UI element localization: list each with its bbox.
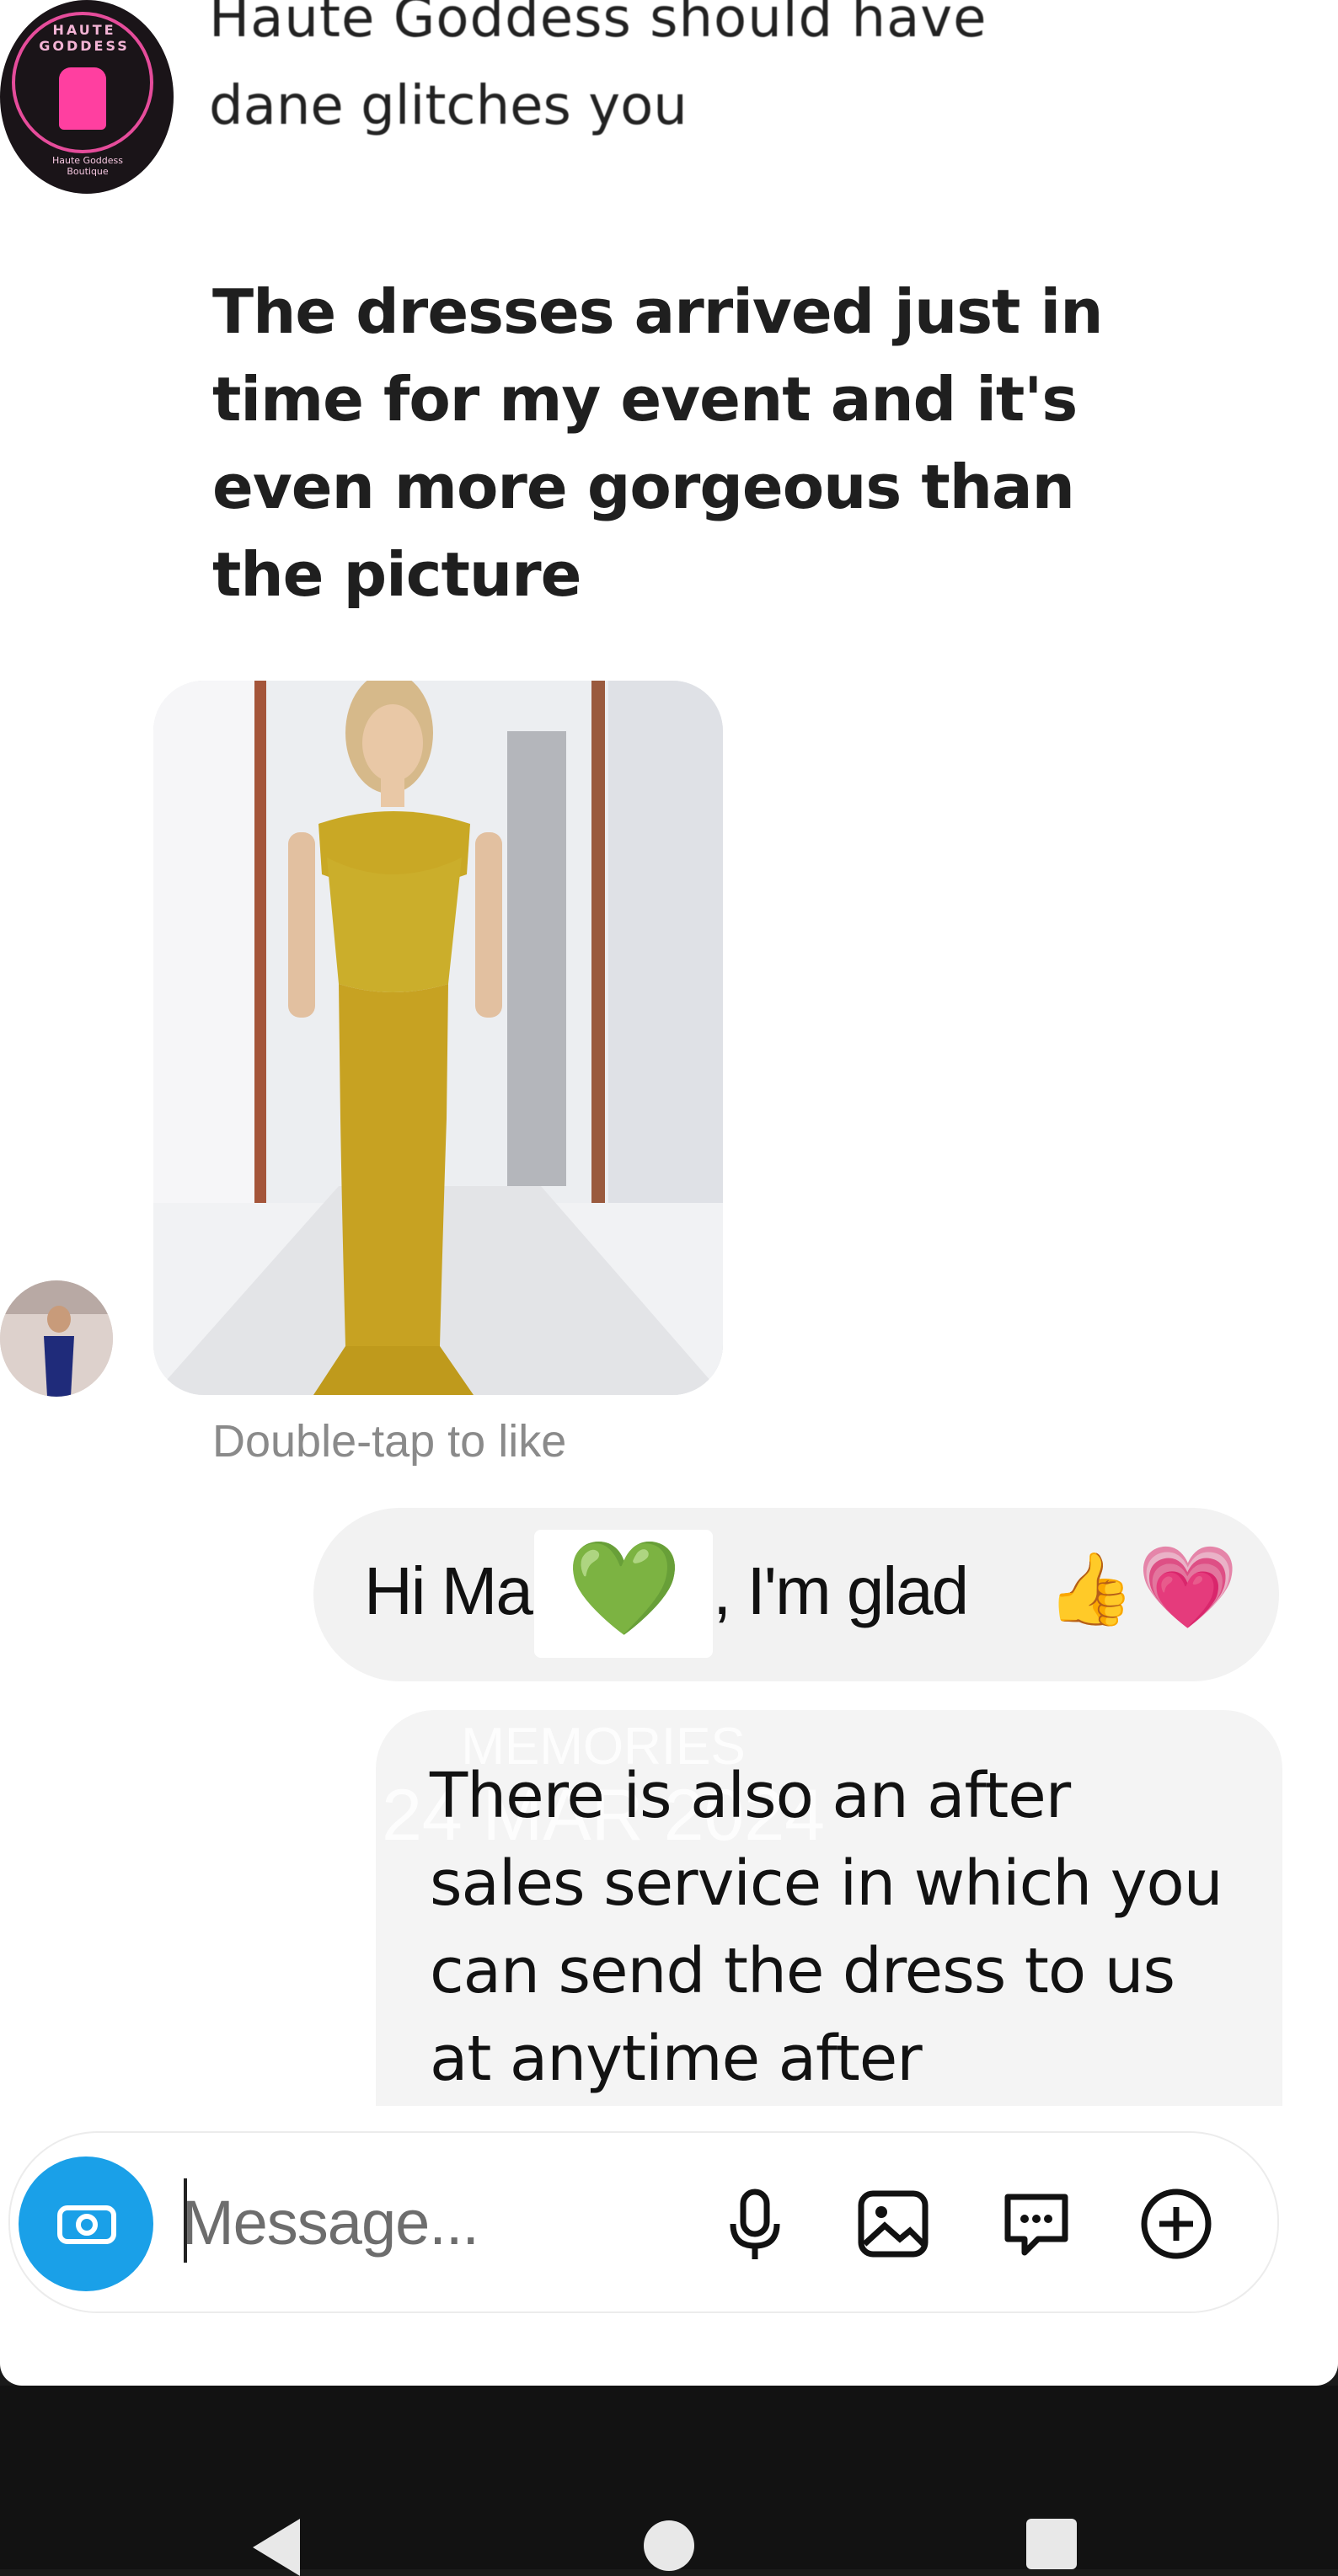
customer-photo[interactable] bbox=[153, 681, 723, 1395]
camera-button[interactable] bbox=[19, 2156, 153, 2291]
sender-avatar[interactable] bbox=[0, 1280, 113, 1397]
gold-gown-photo bbox=[153, 681, 723, 1395]
green-heart-icon: 💚 bbox=[566, 1534, 682, 1642]
thumbs-up-icon: 👍 bbox=[1046, 1547, 1135, 1630]
outgoing-message-2[interactable]: MEMORIES 24 MAR 2024 There is also an af… bbox=[376, 1710, 1282, 2106]
previous-message-fragment: Haute Goddess should have dane glitches … bbox=[209, 0, 1136, 150]
camera-lens-icon bbox=[76, 2214, 98, 2236]
glad-text: , I'm glad bbox=[713, 1553, 969, 1628]
sender-avatar-image bbox=[0, 1280, 113, 1397]
recents-icon[interactable] bbox=[1026, 2519, 1077, 2569]
microphone-icon[interactable] bbox=[714, 2183, 795, 2264]
incoming-message: The dresses arrived just in time for my … bbox=[212, 276, 1103, 610]
partial-line-1: Haute Goddess should have bbox=[209, 0, 987, 50]
pink-heart-icon: 💗 bbox=[1137, 1540, 1239, 1634]
message-composer bbox=[8, 2131, 1279, 2313]
after-sales-text: There is also an after sales service in … bbox=[430, 1760, 1223, 2095]
brand-avatar[interactable]: HAUTE GODDESS Haute Goddess Boutique bbox=[0, 0, 174, 194]
dress-logo-icon bbox=[59, 67, 106, 130]
back-icon[interactable] bbox=[253, 2519, 300, 2576]
dm-screen: HAUTE GODDESS Haute Goddess Boutique Hau… bbox=[0, 0, 1338, 2386]
brand-badge-sub: Haute Goddess Boutique bbox=[51, 155, 123, 177]
text-cursor bbox=[184, 2178, 187, 2263]
outgoing-message-1[interactable]: Hi Ma 💚 , I'm glad 👍 💗 bbox=[313, 1508, 1279, 1681]
plus-icon[interactable] bbox=[1136, 2183, 1217, 2264]
image-icon[interactable] bbox=[853, 2183, 934, 2264]
brand-badge-text: HAUTE GODDESS bbox=[39, 22, 130, 54]
greeting-text: Hi Ma bbox=[364, 1553, 533, 1628]
partial-line-2: dane glitches you bbox=[209, 75, 688, 137]
message-input[interactable] bbox=[180, 2167, 706, 2278]
double-tap-hint: Double-tap to like bbox=[212, 1416, 567, 1467]
sticker-icon[interactable] bbox=[996, 2183, 1077, 2264]
home-icon[interactable] bbox=[644, 2520, 694, 2571]
